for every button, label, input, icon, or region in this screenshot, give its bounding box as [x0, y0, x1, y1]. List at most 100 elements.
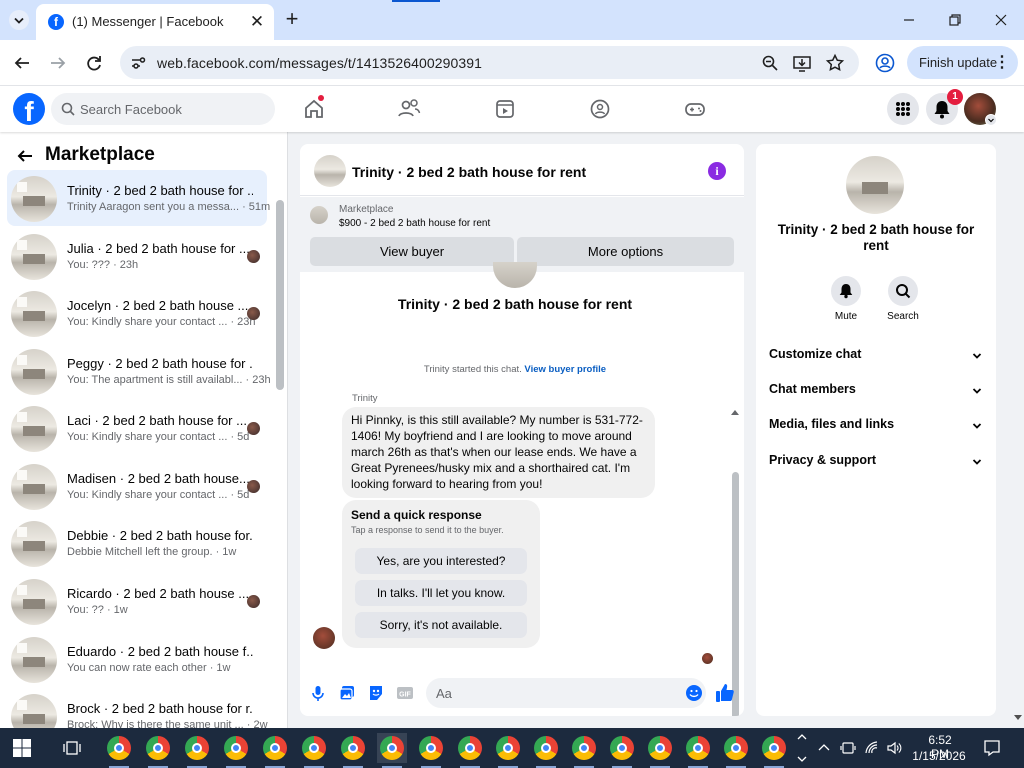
chrome-taskbar-icon[interactable]: [759, 733, 789, 768]
video-nav-icon[interactable]: [490, 94, 520, 124]
forward-icon[interactable]: [45, 50, 71, 76]
quick-reply-in-talks[interactable]: In talks. I'll let you know.: [355, 580, 527, 606]
chrome-taskbar-icon[interactable]: [683, 733, 713, 768]
quick-reply-interested[interactable]: Yes, are you interested?: [355, 548, 527, 574]
gif-icon[interactable]: GIF: [395, 683, 415, 703]
listing-thumbnail: [11, 406, 57, 452]
listing-price-title[interactable]: $900 - 2 bed 2 bath house for rent: [339, 218, 490, 229]
more-options-button[interactable]: More options: [517, 237, 734, 266]
home-nav-icon[interactable]: [299, 94, 329, 124]
back-icon[interactable]: [9, 50, 35, 76]
emoji-icon[interactable]: [685, 684, 703, 702]
photo-icon[interactable]: [337, 683, 357, 703]
view-buyer-profile-link[interactable]: View buyer profile: [524, 364, 606, 375]
chrome-taskbar-icon[interactable]: [299, 733, 329, 768]
chrome-taskbar-icon[interactable]: [569, 733, 599, 768]
conversation-item-brock[interactable]: Brock · 2 bed 2 bath house for r... Broc…: [7, 688, 268, 728]
finish-update-button[interactable]: Finish update ⋮: [907, 46, 1018, 79]
search-action[interactable]: Search: [883, 276, 923, 322]
minimize-window-icon[interactable]: [897, 8, 921, 32]
chrome-taskbar-icon-active[interactable]: [377, 733, 407, 768]
media-files-links-row[interactable]: Media, files and links: [769, 417, 983, 437]
clock-date[interactable]: 1/15/2026: [906, 749, 972, 763]
back-arrow-icon[interactable]: [14, 145, 36, 167]
facebook-logo-icon[interactable]: f: [13, 93, 45, 125]
customize-chat-row[interactable]: Customize chat: [769, 347, 983, 367]
chrome-taskbar-icon[interactable]: [416, 733, 446, 768]
install-app-icon[interactable]: [790, 51, 814, 75]
volume-icon[interactable]: [886, 740, 902, 756]
chat-listing-thumbnail[interactable]: [314, 155, 346, 187]
groups-nav-icon[interactable]: [585, 94, 615, 124]
conversation-item-debbie[interactable]: Debbie · 2 bed 2 bath house for... Debbi…: [7, 515, 267, 571]
chrome-taskbar-icon[interactable]: [645, 733, 675, 768]
chat-title[interactable]: Trinity · 2 bed 2 bath house for rent: [352, 164, 586, 180]
scroll-up-arrow-icon[interactable]: [730, 408, 740, 416]
view-buyer-button[interactable]: View buyer: [310, 237, 514, 266]
conversation-item-peggy[interactable]: Peggy · 2 bed 2 bath house for ... You: …: [7, 343, 271, 399]
gaming-nav-icon[interactable]: [680, 94, 710, 124]
incoming-message-bubble[interactable]: Hi Pinnky, is this still available? My n…: [342, 407, 655, 498]
menu-grid-icon[interactable]: [887, 93, 919, 125]
chrome-taskbar-icon[interactable]: [531, 733, 561, 768]
conversation-info-icon[interactable]: i: [708, 162, 726, 180]
chrome-taskbar-icon[interactable]: [607, 733, 637, 768]
facebook-search-box[interactable]: Search Facebook: [51, 93, 275, 125]
site-info-icon[interactable]: [126, 51, 150, 75]
conversation-item-madisen[interactable]: Madisen · 2 bed 2 bath house... You: Kin…: [7, 458, 267, 514]
conversation-item-julia[interactable]: Julia · 2 bed 2 bath house for ... You: …: [7, 228, 267, 284]
zoom-icon[interactable]: [758, 51, 782, 75]
task-view-icon[interactable]: [62, 738, 82, 758]
chrome-taskbar-icon[interactable]: [455, 733, 485, 768]
chrome-taskbar-icon[interactable]: [493, 733, 523, 768]
chrome-taskbar-icon[interactable]: [221, 733, 251, 768]
conversation-item-ricardo[interactable]: Ricardo · 2 bed 2 bath house ... You: ??…: [7, 573, 267, 629]
close-window-icon[interactable]: [989, 8, 1013, 32]
bookmark-star-icon[interactable]: [823, 51, 847, 75]
windows-start-icon[interactable]: [12, 738, 32, 758]
browser-tab-active[interactable]: f (1) Messenger | Facebook ✕: [36, 4, 274, 40]
mute-action[interactable]: Mute: [826, 276, 866, 322]
conversation-item-jocelyn[interactable]: Jocelyn · 2 bed 2 bath house ... You: Ki…: [7, 285, 267, 341]
browser-profile-icon[interactable]: [873, 51, 897, 75]
mute-bell-icon[interactable]: [831, 276, 861, 306]
tab-search-button[interactable]: [8, 9, 30, 31]
page-scroll-down-icon[interactable]: [1013, 714, 1023, 722]
account-chevron-icon[interactable]: [985, 114, 997, 126]
taskbar-scroll-arrows-icon[interactable]: [795, 728, 809, 768]
chrome-taskbar-icon[interactable]: [104, 733, 134, 768]
microphone-icon[interactable]: [308, 683, 328, 703]
sidebar-scrollbar-thumb[interactable]: [276, 200, 284, 390]
new-tab-button[interactable]: +: [280, 8, 304, 32]
chrome-taskbar-icon[interactable]: [182, 733, 212, 768]
chrome-taskbar-icon[interactable]: [338, 733, 368, 768]
restore-window-icon[interactable]: [943, 8, 967, 32]
info-listing-thumbnail[interactable]: [846, 156, 904, 214]
show-hidden-icons-chevron-icon[interactable]: [816, 740, 832, 756]
quick-reply-not-available[interactable]: Sorry, it's not available.: [355, 612, 527, 638]
wifi-icon[interactable]: [864, 740, 880, 756]
chat-members-row[interactable]: Chat members: [769, 382, 983, 402]
conversation-item-eduardo[interactable]: Eduardo · 2 bed 2 bath house f... You ca…: [7, 631, 267, 687]
conversation-item-laci[interactable]: Laci · 2 bed 2 bath house for ... You: K…: [7, 400, 267, 456]
action-center-icon[interactable]: [982, 738, 1002, 758]
chrome-taskbar-icon[interactable]: [721, 733, 751, 768]
message-input[interactable]: [426, 678, 706, 708]
sticker-icon[interactable]: [366, 683, 386, 703]
sender-avatar[interactable]: [313, 627, 335, 649]
thumbs-up-icon[interactable]: [714, 682, 736, 704]
close-tab-icon[interactable]: ✕: [246, 11, 268, 33]
conversation-item-trinity[interactable]: Trinity · 2 bed 2 bath house for ... Tri…: [7, 170, 270, 226]
privacy-support-label: Privacy & support: [769, 453, 876, 467]
reload-icon[interactable]: [81, 50, 107, 76]
conversation-title: Debbie · 2 bed 2 bath house for...: [67, 528, 253, 543]
chrome-taskbar-icon[interactable]: [260, 733, 290, 768]
device-tray-icon[interactable]: [840, 740, 856, 756]
quick-response-subtitle: Tap a response to send it to the buyer.: [351, 525, 504, 535]
search-in-chat-icon[interactable]: [888, 276, 918, 306]
address-bar[interactable]: web.facebook.com/messages/t/141352640029…: [120, 46, 859, 79]
page-scrollbar[interactable]: [1012, 132, 1024, 728]
friends-nav-icon[interactable]: [394, 94, 424, 124]
chrome-taskbar-icon[interactable]: [143, 733, 173, 768]
privacy-support-row[interactable]: Privacy & support: [769, 453, 983, 473]
